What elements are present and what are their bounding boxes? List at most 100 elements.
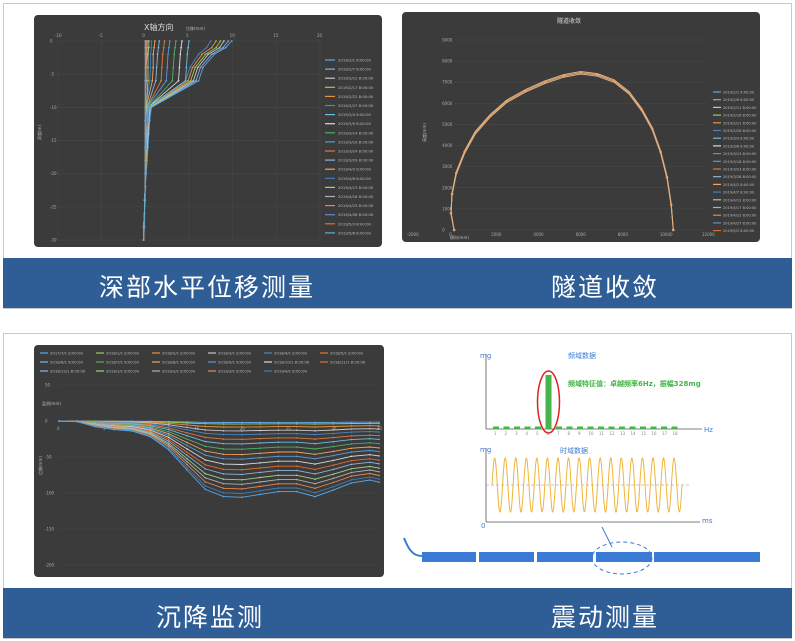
data-point — [205, 46, 208, 49]
data-point — [350, 471, 353, 474]
legend-entry: 2019/4/2 8:00:00 — [723, 183, 755, 187]
data-point — [204, 422, 207, 425]
x-tick-label: 20 — [317, 33, 323, 38]
data-point — [277, 441, 280, 443]
data-point — [149, 436, 152, 438]
x-tick-label: 15 — [273, 33, 279, 38]
data-point — [174, 46, 176, 49]
x-tick-label: 4000 — [533, 232, 544, 237]
data-point — [186, 466, 188, 469]
data-point — [204, 436, 207, 439]
data-point — [186, 454, 188, 457]
data-point — [186, 429, 188, 431]
data-point — [314, 473, 316, 475]
legend-entry: 2019/3/14 8:00:00 — [338, 130, 374, 135]
freq-annotation: 频域特征值：卓越频率6Hz，振幅328mg — [568, 379, 701, 388]
y-axis-label: 高度(mm) — [421, 123, 427, 142]
data-point — [167, 434, 170, 437]
data-point — [314, 487, 316, 490]
data-point — [167, 438, 170, 441]
measure-point — [665, 175, 669, 179]
data-point — [369, 449, 371, 452]
series-line — [58, 420, 380, 498]
data-point — [295, 465, 298, 467]
data-point — [295, 423, 298, 425]
freq-bar — [671, 426, 678, 429]
data-point — [187, 46, 190, 49]
data-point — [259, 433, 261, 436]
chart-title: X轴方向 — [144, 22, 173, 32]
freq-tick-label: 5 — [536, 431, 539, 436]
vibration-diagram: mg 频域数据 Hz 1 2 3 4 5 6 7 8 9 10 11 12 13 14 15 16 17 18 频域特征值… — [400, 342, 770, 582]
y-tick-label: -20 — [50, 171, 57, 176]
data-point — [241, 463, 243, 466]
y-tick-label: -10 — [50, 105, 57, 110]
y-tick-label: 9000 — [442, 38, 453, 43]
data-point — [153, 46, 155, 49]
data-point — [186, 460, 188, 463]
y-axis-label: 位移(mm) — [37, 456, 43, 475]
data-point — [204, 454, 207, 456]
data-point — [369, 476, 371, 478]
legend-entry: 2019/4/12 8:00:00 — [723, 198, 757, 202]
tunnel-convergence-chart: 隧道收敛 横向(mm) 高度(mm) 0 1000 2000 3000 4000 5000 600… — [402, 12, 760, 242]
data-point — [314, 453, 316, 456]
measure-point — [650, 127, 654, 130]
data-point — [369, 446, 371, 448]
data-point — [277, 487, 280, 489]
legend-entry: 2019/2/17 8:00:00 — [338, 85, 374, 90]
measure-point — [473, 131, 477, 135]
data-point — [295, 460, 298, 463]
settlement-chart: 2017/7/1 8:00:00 2018/1/1 8:00:00 2018/2/1… — [34, 345, 384, 577]
data-point — [259, 442, 261, 444]
data-point — [369, 457, 371, 460]
data-point — [241, 478, 243, 481]
legend-entry: 2017/7/1 8:00:00 — [50, 351, 83, 356]
data-point — [369, 434, 371, 436]
data-point — [185, 66, 188, 69]
data-point — [259, 447, 261, 449]
data-point — [277, 482, 280, 485]
data-point — [277, 474, 280, 477]
data-point — [369, 479, 371, 481]
data-point — [378, 470, 380, 473]
data-point — [378, 474, 380, 477]
freq-tick-label: 4 — [526, 431, 529, 436]
data-point — [277, 421, 280, 424]
data-point — [259, 437, 261, 440]
data-point — [314, 438, 316, 440]
data-point — [144, 46, 147, 49]
legend-entry: 2018/8/1 8:00:00 — [162, 360, 195, 365]
data-point — [167, 430, 170, 433]
legend-entry: 2019/3/4 8:00:00 — [338, 112, 371, 117]
data-point — [186, 441, 188, 444]
x-tick-label: 10 — [230, 33, 236, 38]
data-point — [186, 422, 188, 424]
data-point — [222, 433, 225, 436]
caption-deep: 深部水平位移测量 — [99, 273, 316, 302]
data-point — [186, 426, 188, 429]
data-point — [350, 475, 353, 477]
legend-entry: 2019/3/9 8:00:00 — [338, 121, 371, 126]
data-point — [332, 459, 335, 462]
x-tick-label: 0 — [449, 232, 452, 237]
freq-tick-label: 15 — [641, 431, 647, 436]
data-point — [332, 481, 335, 484]
data-point — [350, 463, 353, 466]
data-point — [369, 430, 371, 433]
data-point — [204, 445, 207, 448]
data-point — [189, 79, 192, 82]
freq-tick-label: 3 — [515, 431, 518, 436]
legend-entry: 2018/1/1 8:00:00 — [106, 351, 139, 356]
legend-entry: 2018/10/1 8:00:00 — [274, 360, 310, 365]
data-point — [241, 423, 243, 425]
data-point — [192, 79, 195, 82]
data-point — [143, 212, 146, 215]
data-point — [350, 438, 353, 441]
legend-entry: 2019/3/18 8:00:00 — [723, 160, 757, 164]
data-point — [378, 442, 380, 445]
data-point — [295, 432, 298, 435]
data-point — [314, 448, 316, 450]
data-point — [144, 172, 147, 175]
data-point — [144, 106, 147, 109]
